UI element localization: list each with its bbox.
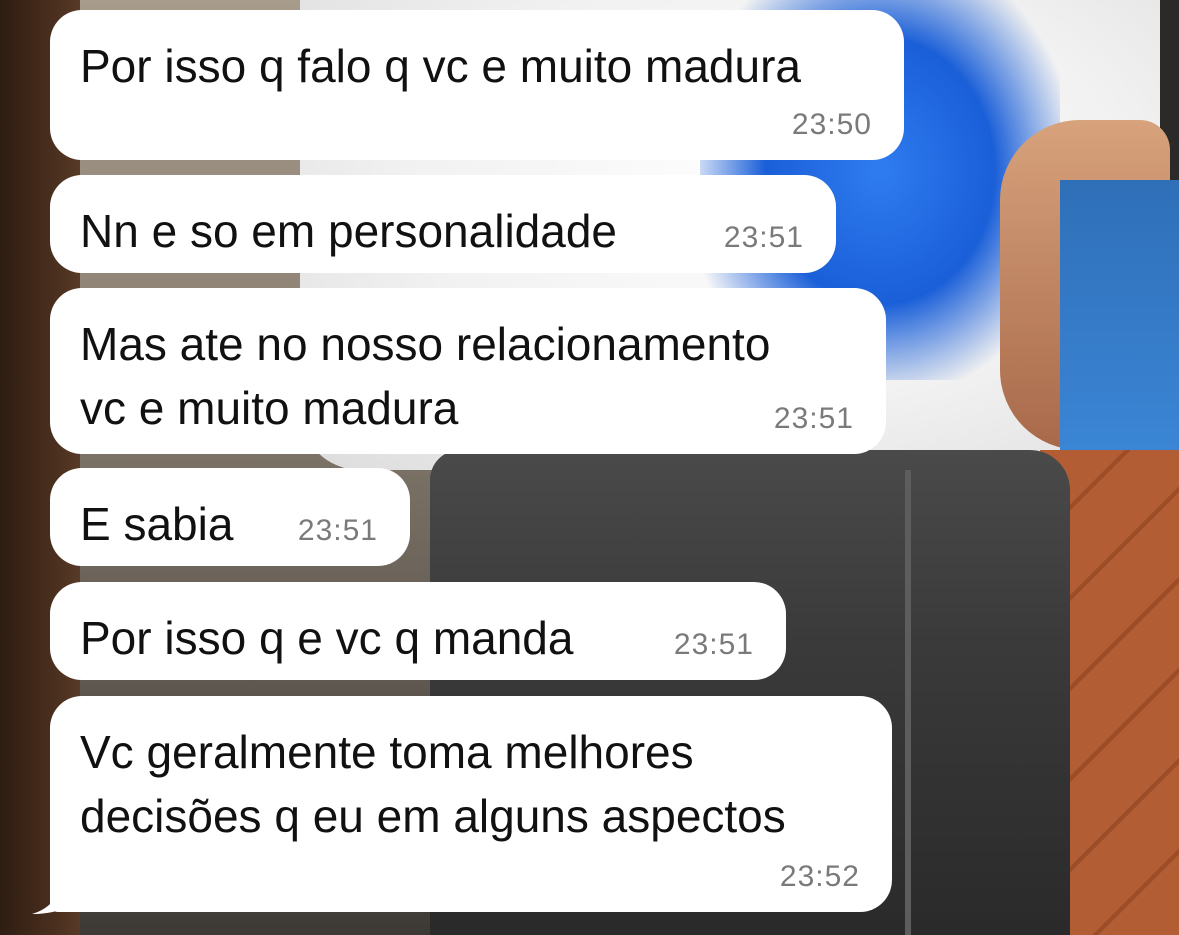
message-bubble[interactable]: Mas ate no nosso relacionamento vc e mui…	[50, 288, 886, 454]
message-timestamp: 23:51	[673, 628, 754, 661]
message-timestamp: 23:51	[773, 402, 854, 435]
message-bubble[interactable]: Por isso q falo q vc e muito madura 23:5…	[50, 10, 904, 160]
message-timestamp: 23:51	[297, 514, 378, 547]
message-timestamp: 23:52	[779, 860, 860, 893]
message-text: Nn e so em personalidade	[80, 205, 617, 257]
message-text: Vc geralmente toma melhores decisões q e…	[80, 726, 786, 842]
bubble-tail-icon	[32, 870, 72, 914]
message-timestamp: 23:50	[791, 108, 872, 141]
message-bubble[interactable]: Por isso q e vc q manda 23:51	[50, 582, 786, 680]
chat-thread: Por isso q falo q vc e muito madura 23:5…	[0, 0, 1179, 935]
message-timestamp: 23:51	[723, 221, 804, 254]
message-text: Mas ate no nosso relacionamento vc e mui…	[80, 318, 771, 434]
message-bubble[interactable]: Vc geralmente toma melhores decisões q e…	[50, 696, 892, 912]
message-bubble[interactable]: E sabia 23:51	[50, 468, 410, 566]
message-text: Por isso q falo q vc e muito madura	[80, 40, 801, 92]
message-text: Por isso q e vc q manda	[80, 612, 574, 664]
message-bubble[interactable]: Nn e so em personalidade 23:51	[50, 175, 836, 273]
